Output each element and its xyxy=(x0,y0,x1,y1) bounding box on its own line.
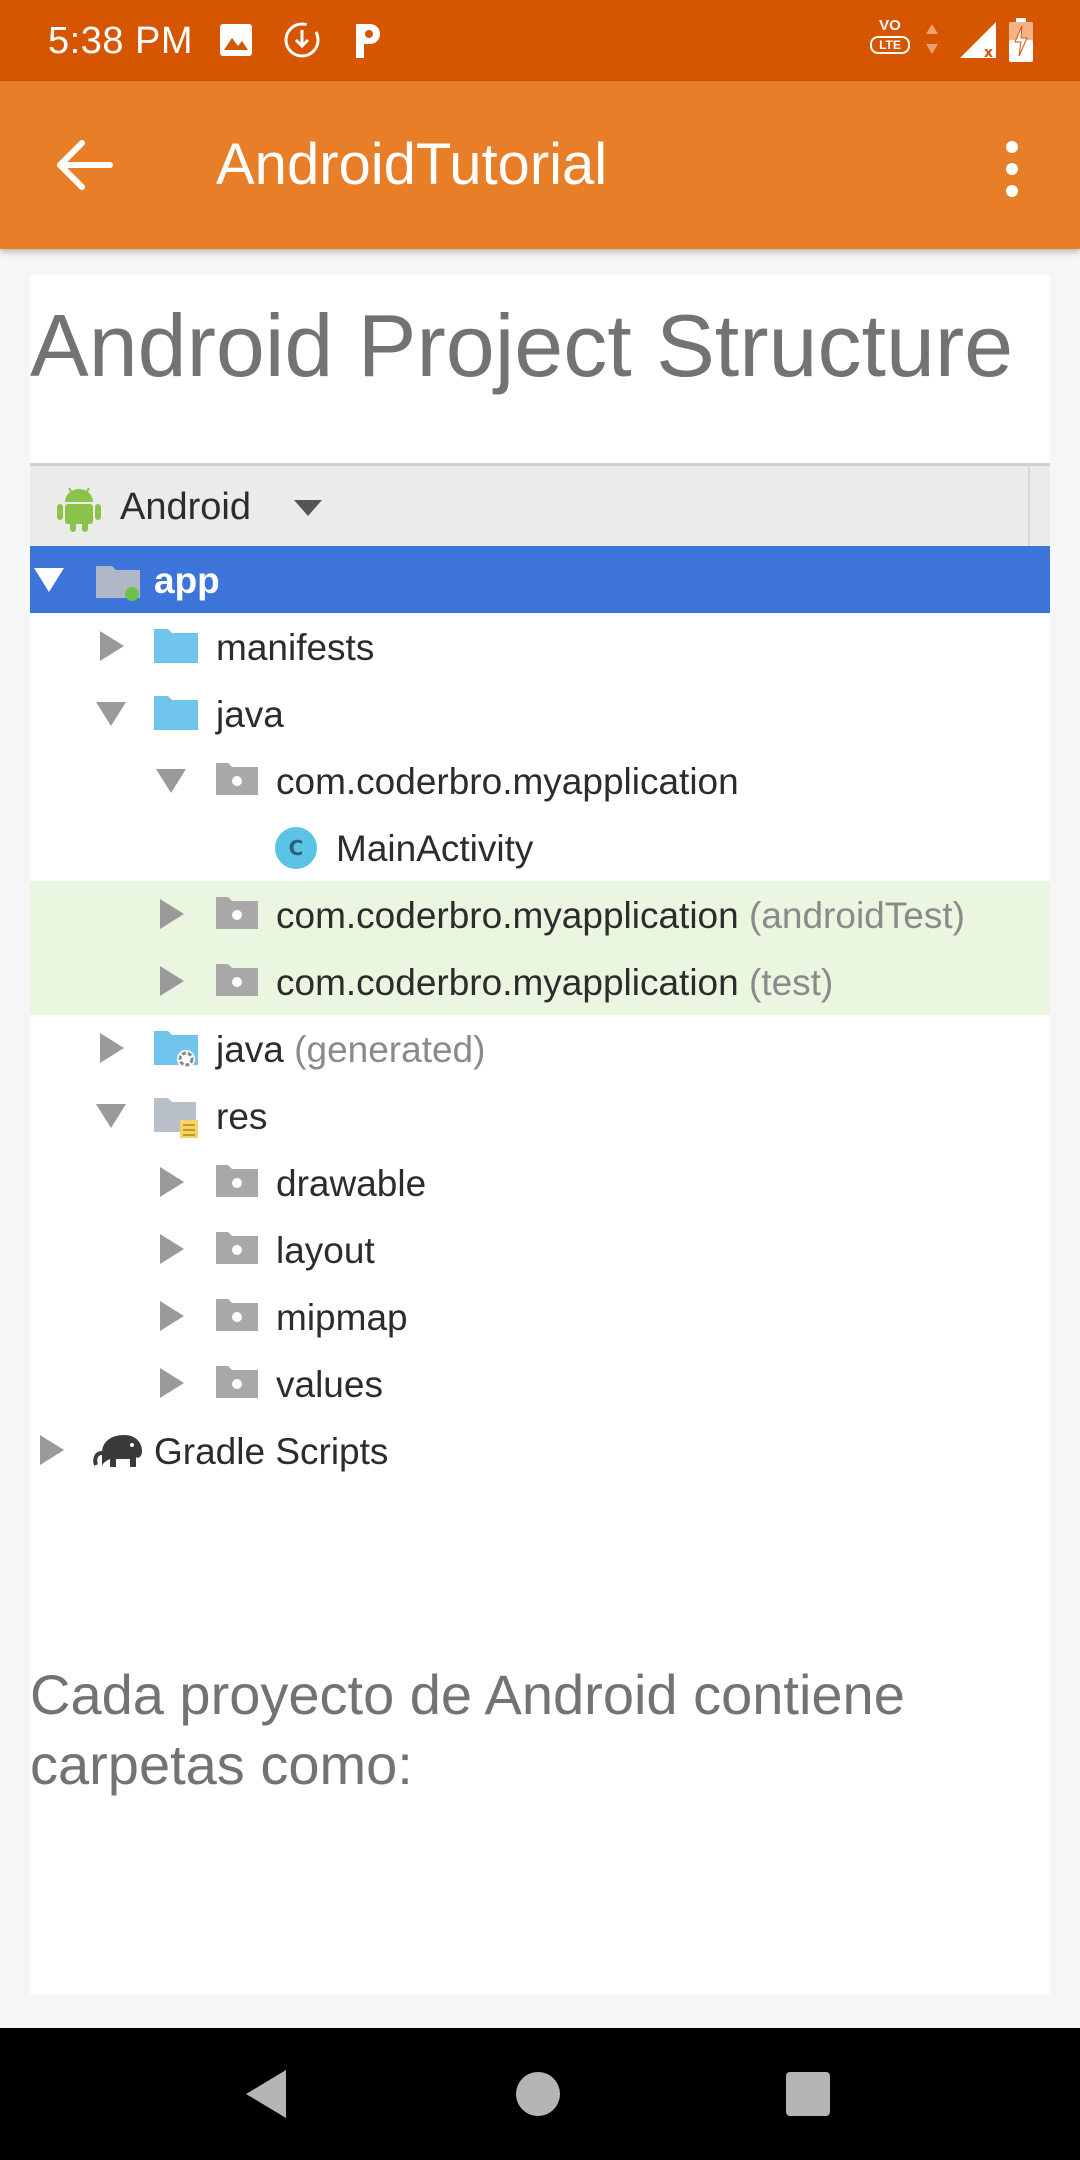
tree-row-gradle-scripts: Gradle Scripts xyxy=(30,1417,1050,1484)
collapsed-arrow-icon xyxy=(100,1033,124,1063)
battery-icon xyxy=(1009,18,1033,62)
tree-row-app: app xyxy=(30,546,1050,613)
row-label: Gradle Scripts xyxy=(154,1431,389,1472)
header-separator xyxy=(1028,466,1030,546)
resource-folder-icon xyxy=(154,1098,198,1138)
row-label: values xyxy=(276,1364,383,1405)
row-label-main: java xyxy=(216,1029,284,1070)
tree-row-mainactivity: C MainActivity xyxy=(30,814,1050,881)
tree-row-layout: layout xyxy=(30,1216,1050,1283)
parking-icon xyxy=(356,24,380,58)
nav-home-icon[interactable] xyxy=(514,2070,562,2118)
package-folder-icon xyxy=(216,1165,258,1197)
package-folder-icon xyxy=(216,1366,258,1398)
more-options-icon[interactable] xyxy=(990,137,1034,201)
dropdown-triangle-icon xyxy=(294,500,322,516)
module-folder-icon xyxy=(96,566,140,601)
tree-row-package-test: com.coderbro.myapplication (test) xyxy=(30,948,1050,1015)
tree-row-drawable: drawable xyxy=(30,1149,1050,1216)
app-bar: AndroidTutorial xyxy=(0,81,1080,249)
package-folder-icon xyxy=(216,1232,258,1264)
row-label-suffix: (test) xyxy=(749,962,834,1003)
row-label: layout xyxy=(276,1230,375,1271)
status-bar: 5:38 PM VO LTE x xyxy=(0,0,1080,81)
tree-row-manifests: manifests xyxy=(30,613,1050,680)
content-card: Android Project Structure Android app ma… xyxy=(30,275,1050,1995)
tree-row-package-androidtest: com.coderbro.myapplication (androidTest) xyxy=(30,881,1050,948)
volte-label: VO xyxy=(879,17,901,34)
row-label: drawable xyxy=(276,1163,427,1204)
lte-label: LTE xyxy=(870,36,910,54)
back-arrow-icon[interactable] xyxy=(52,131,120,199)
app-title: AndroidTutorial xyxy=(216,132,608,197)
collapsed-arrow-icon xyxy=(160,1368,184,1398)
android-robot-icon xyxy=(57,487,101,532)
row-label: res xyxy=(216,1096,268,1137)
body-paragraph: Cada proyecto de Android contiene carpet… xyxy=(30,1663,905,1796)
collapsed-arrow-icon xyxy=(160,1301,184,1331)
project-structure-image: Android app manifests java com.coderbro.… xyxy=(30,463,1050,1472)
tree-row-java: java xyxy=(30,680,1050,747)
status-time: 5:38 PM xyxy=(48,20,194,62)
row-label: java (generated) xyxy=(216,1029,485,1071)
row-label-main: com.coderbro.myapplication xyxy=(276,962,739,1003)
row-label: java xyxy=(216,694,284,735)
tree-row-res: res xyxy=(30,1082,1050,1149)
tree-header-label: Android xyxy=(120,486,251,528)
package-folder-icon xyxy=(216,763,258,795)
row-label-suffix: (androidTest) xyxy=(749,895,965,936)
nav-back-icon[interactable] xyxy=(242,2068,290,2120)
image-icon xyxy=(220,24,252,56)
page-title: Android Project Structure xyxy=(30,296,1014,395)
tree-row-java-generated: java (generated) xyxy=(30,1015,1050,1082)
expanded-arrow-icon xyxy=(96,702,126,726)
navigation-bar xyxy=(0,2028,1080,2160)
tree-header: Android xyxy=(30,463,1050,546)
row-label: mipmap xyxy=(276,1297,408,1338)
svg-text:C: C xyxy=(289,836,304,860)
package-folder-icon xyxy=(216,1299,258,1331)
gradle-elephant-icon xyxy=(93,1435,142,1467)
tree-row-package: com.coderbro.myapplication xyxy=(30,747,1050,814)
volte-icon: VO LTE xyxy=(870,18,910,62)
nav-recents-icon[interactable] xyxy=(784,2070,832,2118)
folder-icon xyxy=(154,696,198,730)
class-icon: C xyxy=(275,827,317,869)
row-label-main: com.coderbro.myapplication xyxy=(276,895,739,936)
row-label: manifests xyxy=(216,627,375,668)
package-folder-icon xyxy=(216,964,258,996)
collapsed-arrow-icon xyxy=(40,1435,64,1465)
tree-row-values: values xyxy=(30,1350,1050,1417)
row-label-suffix: (generated) xyxy=(294,1029,486,1070)
row-label: MainActivity xyxy=(336,828,534,869)
row-label: com.coderbro.myapplication xyxy=(276,761,739,802)
data-arrows-icon xyxy=(926,24,938,54)
package-folder-icon xyxy=(216,897,258,929)
generated-folder-icon xyxy=(154,1031,198,1068)
expanded-arrow-icon xyxy=(34,568,64,592)
row-label: com.coderbro.myapplication (test) xyxy=(276,962,833,1004)
collapsed-arrow-icon xyxy=(160,1234,184,1264)
collapsed-arrow-icon xyxy=(100,631,124,661)
svg-text:x: x xyxy=(984,45,993,60)
tree-row-mipmap: mipmap xyxy=(30,1283,1050,1350)
folder-icon xyxy=(154,629,198,663)
download-icon xyxy=(284,22,320,58)
collapsed-arrow-icon xyxy=(160,966,184,996)
row-label: com.coderbro.myapplication (androidTest) xyxy=(276,895,965,937)
row-label: app xyxy=(154,560,220,601)
collapsed-arrow-icon xyxy=(160,899,184,929)
collapsed-arrow-icon xyxy=(160,1167,184,1197)
signal-icon: x xyxy=(960,22,996,60)
expanded-arrow-icon xyxy=(96,1104,126,1128)
expanded-arrow-icon xyxy=(156,769,186,793)
